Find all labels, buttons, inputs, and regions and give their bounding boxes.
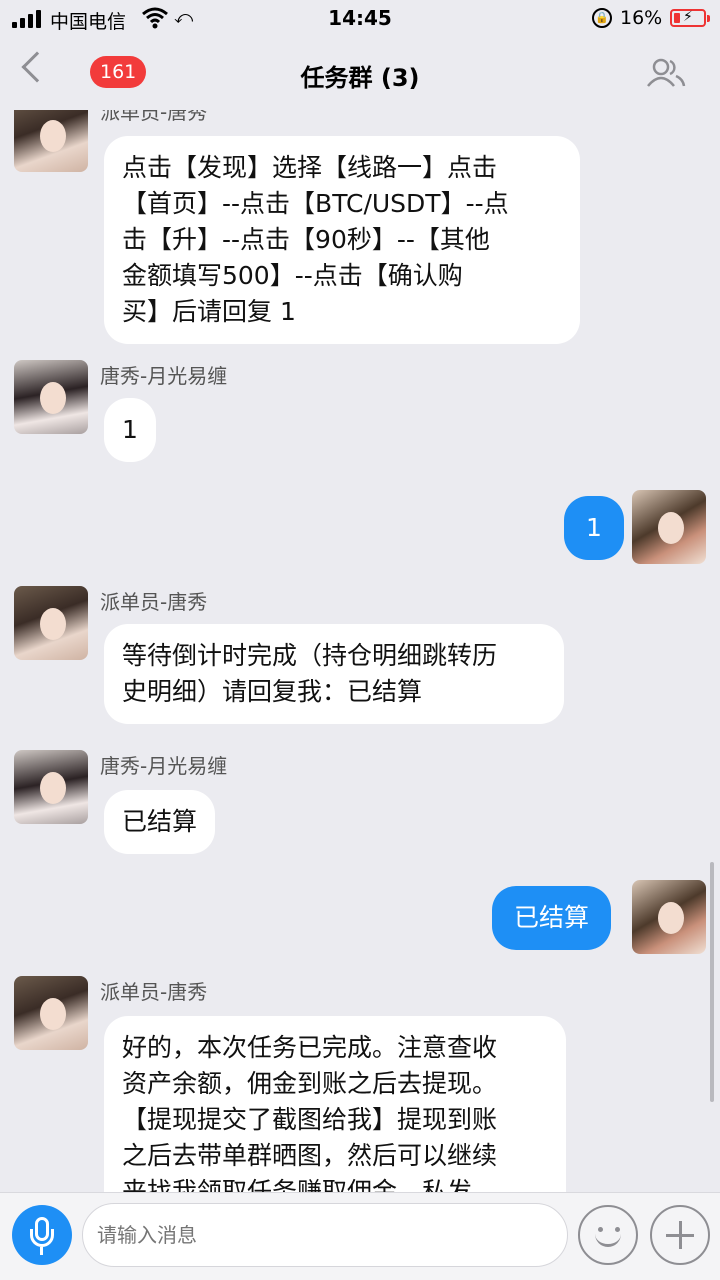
message-bubble[interactable]: 好的，本次任务已完成。注意查收 资产余额，佣金到账之后去提现。 【提现提交了截图… [104,1016,566,1192]
my-message-bubble[interactable]: 1 [564,496,624,560]
input-bar [0,1192,720,1280]
message-input[interactable] [82,1203,568,1267]
orientation-lock-icon: 🔒 [592,8,612,28]
message-text: 1 [122,415,138,444]
my-avatar[interactable] [632,880,706,954]
message-text: 已结算 [122,807,198,836]
avatar[interactable] [14,976,88,1050]
message-text: 1 [586,513,602,542]
message-line: 买】后请回复 1 [122,297,296,326]
message-line: 资产余额，佣金到账之后去提现。 [122,1069,498,1098]
message-text: 已结算 [514,903,590,932]
message-line: 【提现提交了截图给我】提现到账 [122,1105,498,1134]
avatar[interactable] [14,750,88,824]
members-icon[interactable] [646,58,686,88]
scrollbar[interactable] [710,862,714,1102]
battery-percent: 16% [620,7,663,29]
sender-name: 唐秀-月光易缠 [100,364,228,388]
voice-button[interactable] [12,1205,72,1265]
message-bubble[interactable]: 点击【发现】选择【线路一】点击 【首页】--点击【BTC/USDT】--点 击【… [104,136,580,344]
message-line: 史明细）请回复我：已结算 [122,677,423,706]
avatar[interactable] [14,360,88,434]
message-line: 来找我领取任务赚取佣金。私发 [122,1177,473,1192]
battery-charging-icon: ⚡ [670,9,710,27]
message-line: 金额填写500】--点击【确认购 [122,261,463,290]
avatar[interactable] [14,586,88,660]
message-line: 点击【发现】选择【线路一】点击 [122,153,498,182]
message-line: 击【升】--点击【90秒】--【其他 [122,225,490,254]
page-title: 任务群 (3) [300,64,420,92]
message-bubble[interactable]: 1 [104,398,156,462]
message-bubble[interactable]: 等待倒计时完成（持仓明细跳转历 史明细）请回复我：已结算 [104,624,564,724]
sender-name: 派单员-唐秀 [100,590,208,614]
message-line: 好的，本次任务已完成。注意查收 [122,1033,498,1062]
nav-bar: 161 任务群 (3) [0,38,720,110]
clock: 14:45 [328,6,392,30]
chat-area[interactable]: 派单员-唐秀 点击【发现】选择【线路一】点击 【首页】--点击【BTC/USDT… [0,110,720,1192]
emoji-button[interactable] [578,1205,638,1265]
message-line: 等待倒计时完成（持仓明细跳转历 [122,641,498,670]
more-button[interactable] [650,1205,710,1265]
sender-name: 唐秀-月光易缠 [100,754,228,778]
sender-name: 派单员-唐秀 [100,980,208,1004]
message-bubble[interactable]: 已结算 [104,790,216,854]
sender-name: 派单员-唐秀 [100,110,208,124]
message-line: 之后去带单群晒图，然后可以继续 [122,1141,498,1170]
message-line: 【首页】--点击【BTC/USDT】--点 [122,189,509,218]
avatar[interactable] [14,110,88,172]
my-message-bubble[interactable]: 已结算 [492,886,612,950]
status-bar: 中国电信 ⤺ 14:45 🔒 16% ⚡ [0,0,720,38]
my-avatar[interactable] [632,490,706,564]
